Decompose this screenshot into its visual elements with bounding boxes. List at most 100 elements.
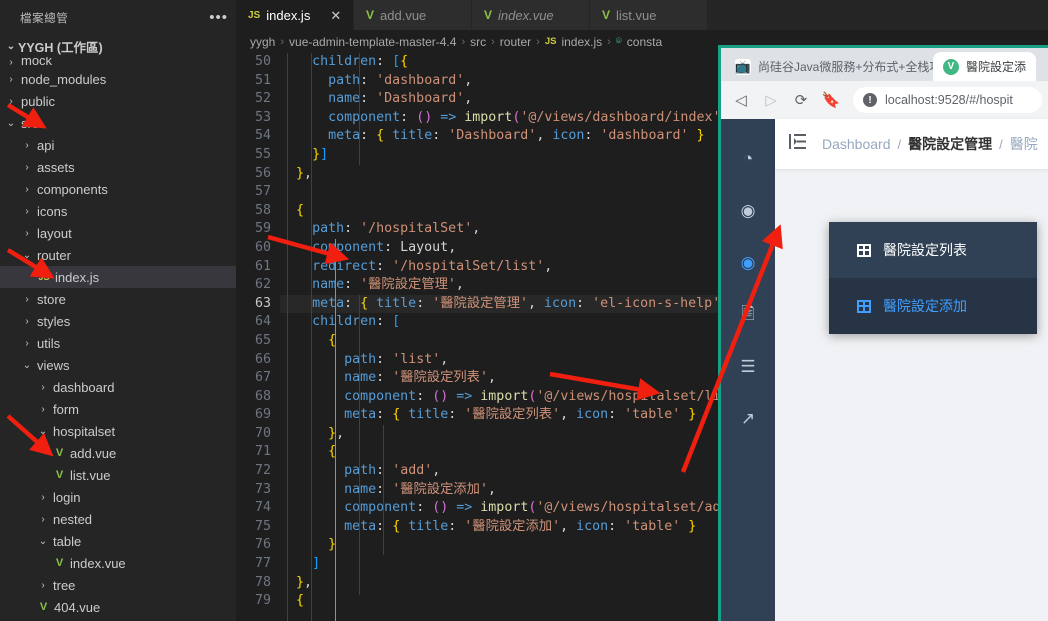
breadcrumb-segment[interactable]: consta bbox=[627, 35, 662, 49]
tree-item-tree[interactable]: › tree bbox=[0, 574, 236, 596]
app-breadcrumb-item[interactable]: 醫院 bbox=[1010, 134, 1038, 154]
tree-item-label: table bbox=[53, 533, 82, 549]
tree-item-login[interactable]: › login bbox=[0, 486, 236, 508]
breadcrumb-segment[interactable]: router bbox=[500, 35, 531, 49]
chevron-right-icon[interactable]: › bbox=[20, 228, 34, 239]
tree-item-add-vue[interactable]: Vadd.vue bbox=[0, 442, 236, 464]
breadcrumb-segment[interactable]: index.js bbox=[561, 35, 602, 49]
chevron-right-icon[interactable]: › bbox=[20, 206, 34, 217]
workspace-root-row[interactable]: ⌄ YYGH (工作區) bbox=[0, 35, 236, 57]
chevron-down-icon[interactable]: ⌄ bbox=[36, 536, 50, 547]
chevron-right-icon[interactable]: › bbox=[20, 184, 34, 195]
app-breadcrumb-item[interactable]: 醫院設定管理 bbox=[908, 134, 992, 154]
bookmark-icon[interactable]: 🔖 bbox=[817, 86, 845, 114]
tree-item-views[interactable]: ⌄ views bbox=[0, 354, 236, 376]
breadcrumb-segment[interactable]: vue-admin-template-master-4.4 bbox=[289, 35, 456, 49]
line-number: 70 bbox=[254, 425, 271, 441]
tree-item-label: node_modules bbox=[21, 71, 107, 87]
dashboard-icon[interactable]: ◔ bbox=[721, 133, 775, 185]
tree-item-label: login bbox=[53, 489, 81, 505]
vue-file-icon: V bbox=[55, 557, 64, 569]
tree-item-src[interactable]: ⌄ src bbox=[0, 112, 236, 134]
tree-item-icons[interactable]: › icons bbox=[0, 200, 236, 222]
submenu-item[interactable]: 醫院設定添加 bbox=[829, 278, 1037, 334]
submenu-item[interactable]: 醫院設定列表 bbox=[829, 222, 1037, 278]
tree-item-layout[interactable]: › layout bbox=[0, 222, 236, 244]
tree-item-utils[interactable]: › utils bbox=[0, 332, 236, 354]
chevron-right-icon[interactable]: › bbox=[20, 140, 34, 151]
app-breadcrumb-item[interactable]: Dashboard bbox=[822, 136, 891, 152]
editor-tab-index-js[interactable]: JS index.js ✕ bbox=[236, 0, 354, 30]
chevron-down-icon[interactable]: ⌄ bbox=[20, 360, 34, 371]
editor-tab-list-vue[interactable]: Vlist.vue bbox=[590, 0, 708, 30]
tree-item-index-vue[interactable]: Vindex.vue bbox=[0, 552, 236, 574]
chevron-right-icon[interactable]: › bbox=[36, 492, 50, 503]
tree-item-label: dashboard bbox=[53, 379, 115, 395]
chevron-down-icon[interactable]: ⌄ bbox=[4, 118, 18, 129]
chevron-right-icon[interactable]: › bbox=[20, 316, 34, 327]
vue-file-icon: V bbox=[366, 8, 375, 22]
chevron-right-icon[interactable]: › bbox=[36, 514, 50, 525]
tree-item-hospitalset[interactable]: ⌄ hospitalset bbox=[0, 420, 236, 442]
list-icon[interactable]: ☰ bbox=[721, 341, 775, 393]
chevron-right-icon[interactable]: › bbox=[20, 338, 34, 349]
tree-item-label: index.vue bbox=[70, 555, 126, 571]
chevron-right-icon[interactable]: › bbox=[4, 96, 18, 107]
tree-item-index-js[interactable]: JS index.js bbox=[0, 266, 236, 288]
file-tree: › mock › node_modules › public ⌄ src › api › assets… bbox=[0, 57, 236, 621]
external-link-icon[interactable]: ↗ bbox=[721, 393, 775, 445]
tree-item-store[interactable]: › store bbox=[0, 288, 236, 310]
chevron-down-icon[interactable]: ⌄ bbox=[20, 250, 34, 261]
line-number: 62 bbox=[254, 277, 271, 293]
breadcrumb-segment[interactable]: yygh bbox=[250, 35, 275, 49]
tree-item-404-vue[interactable]: V 404.vue bbox=[0, 596, 236, 618]
tree-item-label: add.vue bbox=[70, 445, 117, 461]
back-arrow-icon[interactable]: ◁ bbox=[727, 86, 755, 114]
browser-tab-strip: 📺 尚硅谷Java微服務+分布式+全栈項目 V 醫院設定添 bbox=[721, 48, 1048, 81]
help-circle-icon[interactable]: ◉ bbox=[721, 185, 775, 237]
tree-item-node-modules[interactable]: › node_modules bbox=[0, 68, 236, 90]
tree-item-nested[interactable]: › nested bbox=[0, 508, 236, 530]
chevron-right-icon[interactable]: › bbox=[20, 294, 34, 305]
address-bar[interactable]: ! localhost:9528/#/hospit bbox=[853, 87, 1042, 113]
app-side-nav: ◔ ◉ ◉ 🖹 ☰ ↗ bbox=[721, 119, 775, 621]
tree-item-router[interactable]: ⌄ router bbox=[0, 244, 236, 266]
hamburger-icon[interactable] bbox=[789, 134, 806, 154]
form-icon[interactable]: 🖹 bbox=[721, 289, 775, 341]
chevron-right-icon[interactable]: › bbox=[36, 382, 50, 393]
chevron-right-icon[interactable]: › bbox=[36, 404, 50, 415]
tree-item-components[interactable]: › components bbox=[0, 178, 236, 200]
chevron-down-icon[interactable]: ⌄ bbox=[36, 426, 50, 437]
line-number: 56 bbox=[254, 165, 271, 181]
tree-item-mock[interactable]: › mock bbox=[0, 57, 236, 68]
chevron-right-icon[interactable]: › bbox=[20, 162, 34, 173]
editor-tab-index-vue[interactable]: Vindex.vue bbox=[472, 0, 590, 30]
tree-item-dashboard[interactable]: › dashboard bbox=[0, 376, 236, 398]
browser-tab[interactable]: V 醫院設定添 bbox=[933, 52, 1037, 81]
reload-icon[interactable]: ⟳ bbox=[787, 86, 815, 114]
breadcrumb-separator: › bbox=[607, 35, 611, 48]
chevron-right-icon[interactable]: › bbox=[4, 74, 18, 85]
line-number: 67 bbox=[254, 370, 271, 386]
tree-item-table[interactable]: ⌄ table bbox=[0, 530, 236, 552]
not-secure-icon[interactable]: ! bbox=[863, 93, 877, 107]
tree-item-list-vue[interactable]: Vlist.vue bbox=[0, 464, 236, 486]
editor-tab-add-vue[interactable]: Vadd.vue bbox=[354, 0, 472, 30]
tree-item-api[interactable]: › api bbox=[0, 134, 236, 156]
browser-window: 📺 尚硅谷Java微服務+分布式+全栈項目 V 醫院設定添 ◁ ▷ ⟳ 🔖 ! loc… bbox=[718, 45, 1048, 621]
line-number: 78 bbox=[254, 574, 271, 590]
browser-tab[interactable]: 📺 尚硅谷Java微服務+分布式+全栈項目 bbox=[725, 52, 933, 81]
line-number: 51 bbox=[254, 72, 271, 88]
vue-file-icon: V bbox=[39, 601, 48, 613]
chevron-right-icon[interactable]: › bbox=[4, 57, 18, 68]
tree-item-styles[interactable]: › styles bbox=[0, 310, 236, 332]
tree-item-public[interactable]: › public bbox=[0, 90, 236, 112]
line-number: 58 bbox=[254, 202, 271, 218]
close-icon[interactable]: ✕ bbox=[330, 8, 341, 24]
breadcrumb-segment[interactable]: src bbox=[470, 35, 486, 49]
tree-item-assets[interactable]: › assets bbox=[0, 156, 236, 178]
help-circle-icon-active[interactable]: ◉ bbox=[721, 237, 775, 289]
explorer-more-icon[interactable]: ••• bbox=[209, 10, 228, 25]
chevron-right-icon[interactable]: › bbox=[36, 580, 50, 591]
tree-item-form[interactable]: › form bbox=[0, 398, 236, 420]
